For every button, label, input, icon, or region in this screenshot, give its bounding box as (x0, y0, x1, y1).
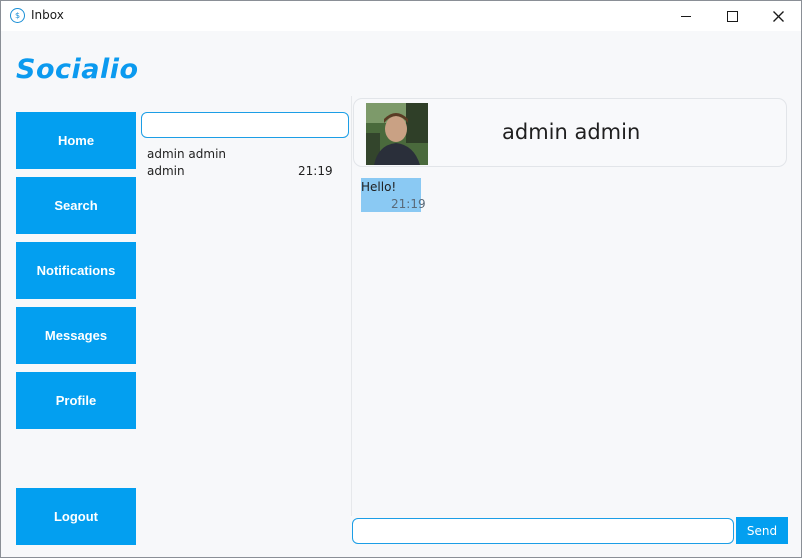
brand-logo: Socialio (16, 54, 139, 85)
minimize-button[interactable] (663, 1, 709, 31)
window-title: Inbox (31, 8, 64, 22)
app-window: $ Inbox Socialio Home Search Notificatio… (0, 0, 802, 558)
nav-search-button[interactable]: Search (16, 177, 136, 234)
logout-button[interactable]: Logout (16, 488, 136, 545)
message-input[interactable] (352, 518, 734, 544)
conversation-list-item[interactable]: admin admin admin 21:19 (147, 147, 337, 181)
conversation-name: admin admin (147, 147, 227, 161)
maximize-button[interactable] (709, 1, 755, 31)
send-button[interactable]: Send (736, 517, 788, 544)
conversation-last-sender: admin (147, 164, 185, 178)
avatar (366, 103, 428, 165)
close-icon (772, 10, 784, 22)
nav-home-button[interactable]: Home (16, 112, 136, 169)
message-text: Hello! (361, 180, 397, 194)
nav-profile-button[interactable]: Profile (16, 372, 136, 429)
minimize-icon (681, 15, 691, 17)
nav-messages-button[interactable]: Messages (16, 307, 136, 364)
maximize-icon (726, 10, 738, 22)
title-bar: $ Inbox (1, 1, 801, 31)
message-bubble: Hello! 21:19 (361, 178, 426, 212)
conversation-search-input[interactable] (141, 112, 349, 138)
panel-divider (351, 96, 352, 516)
close-button[interactable] (755, 1, 801, 31)
chat-contact-name: admin admin (502, 120, 641, 144)
message-time: 21:19 (391, 197, 426, 211)
app-icon: $ (10, 8, 25, 23)
chat-header: admin admin (353, 98, 787, 167)
conversation-time: 21:19 (298, 164, 333, 178)
nav-notifications-button[interactable]: Notifications (16, 242, 136, 299)
